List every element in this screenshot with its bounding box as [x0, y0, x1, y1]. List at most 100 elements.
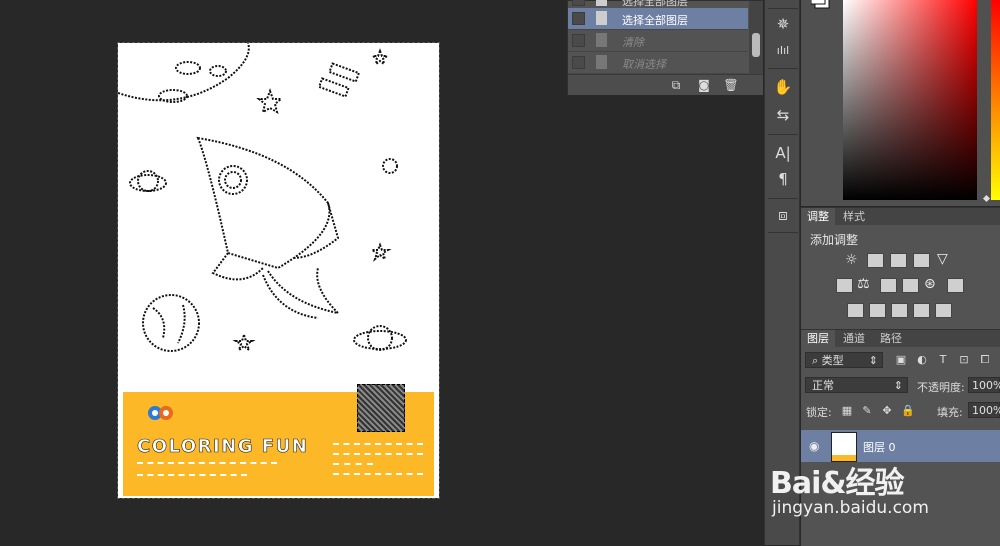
history-checkbox[interactable]	[572, 12, 585, 25]
rocket-body	[196, 136, 331, 270]
planet-cloud	[175, 61, 201, 75]
blend-mode-value: 正常	[812, 379, 834, 392]
curves-icon[interactable]	[890, 253, 907, 268]
photo-filter-icon[interactable]	[902, 278, 919, 293]
hand-puppet-icon[interactable]: ✋	[771, 76, 795, 98]
document-canvas[interactable]: COLORING FUN	[117, 42, 440, 499]
history-state-icon	[596, 55, 607, 69]
rocket-flame	[267, 267, 342, 315]
camera-icon[interactable]: ◙	[696, 78, 712, 92]
gradient-map-icon[interactable]	[935, 303, 952, 318]
earth-globe	[142, 294, 200, 352]
filter-pixel-icon[interactable]: ▣	[895, 354, 907, 366]
text-size-icon[interactable]: ıIıl	[771, 40, 795, 62]
history-panel: 选择全部图层 选择全部图层 清除 取消选择 ⧉ ◙ 🗑	[567, 0, 763, 95]
history-checkbox[interactable]	[572, 34, 585, 47]
panda-logo-icon	[148, 406, 173, 420]
baidu-watermark: Bai&经验 jingyan.baidu.com	[768, 458, 1000, 538]
tab-layers[interactable]: 图层	[801, 330, 835, 347]
black-white-icon[interactable]	[880, 278, 897, 293]
filter-adjustment-icon[interactable]: ◐	[916, 354, 928, 366]
levels-icon[interactable]	[867, 253, 884, 268]
history-item[interactable]: 清除	[568, 30, 748, 52]
history-item-label: 清除	[622, 36, 644, 49]
filter-shape-icon[interactable]: ⊡	[958, 354, 970, 366]
poster-subtitle-line	[137, 462, 277, 470]
tab-adjustments[interactable]: 调整	[801, 208, 835, 225]
paragraph-panel-icon[interactable]: ¶	[771, 168, 795, 190]
qr-code-icon	[357, 384, 405, 432]
history-checkbox[interactable]	[572, 0, 585, 6]
foreground-background-swatch[interactable]	[811, 0, 833, 16]
opacity-input[interactable]: 100%	[968, 377, 1000, 393]
poster-footer-band: COLORING FUN	[123, 384, 434, 496]
history-item-label: 取消选择	[622, 58, 666, 71]
search-icon: ⌕	[812, 354, 819, 367]
saturn-ring	[129, 174, 167, 192]
filter-type-icon[interactable]: T	[937, 354, 949, 366]
history-item-label: 选择全部图层	[622, 14, 688, 27]
chevron-updown-icon: ⇕	[868, 354, 878, 367]
small-planet	[382, 158, 398, 174]
planet-cloud	[158, 89, 188, 103]
watermark-url: jingyan.baidu.com	[772, 498, 929, 518]
earth-continents	[152, 304, 186, 344]
star	[256, 88, 284, 115]
tab-paths[interactable]: 路径	[874, 330, 908, 347]
scrollbar-thumb[interactable]	[752, 33, 760, 57]
tab-styles[interactable]: 样式	[837, 208, 871, 225]
blend-mode-select[interactable]: 正常 ⇕	[805, 377, 908, 393]
trash-icon[interactable]: 🗑	[723, 78, 739, 92]
selective-color-icon[interactable]	[913, 303, 930, 318]
exposure-icon[interactable]	[913, 253, 930, 268]
layer-filter-select[interactable]: ⌕ 类型 ⇕	[805, 352, 883, 368]
layer-name[interactable]: 图层 0	[863, 439, 896, 455]
saturn-ring	[353, 330, 407, 350]
chevron-updown-icon: ⇕	[893, 379, 903, 392]
filter-smart-object-icon[interactable]: ⧠	[979, 354, 991, 366]
history-item-selected[interactable]: 选择全部图层	[568, 8, 748, 30]
invert-icon[interactable]	[847, 303, 864, 318]
opacity-label: 不透明度:	[917, 381, 965, 394]
color-balance-icon[interactable]: ⚖	[857, 276, 870, 292]
add-adjustment-title: 添加调整	[810, 233, 859, 247]
poster-contact-block	[333, 438, 423, 483]
rocket-flame	[262, 274, 319, 319]
color-field[interactable]	[843, 0, 977, 200]
hue-slider[interactable]	[991, 0, 1000, 200]
adjustments-panel: 调整 样式 添加调整 ☼ ▽ ⚖ ⊛	[801, 207, 1000, 329]
star	[370, 48, 390, 67]
tab-channels[interactable]: 通道	[837, 330, 871, 347]
fill-input[interactable]: 100%	[968, 402, 1000, 418]
posterize-icon[interactable]	[869, 303, 886, 318]
rocket-window	[218, 165, 248, 195]
history-item[interactable]: 取消选择	[568, 52, 748, 74]
color-lookup-icon[interactable]	[947, 278, 964, 293]
poster-title: COLORING FUN	[137, 436, 309, 458]
history-scrollbar[interactable]	[749, 1, 763, 75]
rocket-window-inner	[224, 171, 242, 189]
sliders-icon[interactable]: ⇆	[771, 104, 795, 126]
hue-marker-icon[interactable]	[982, 194, 991, 203]
history-checkbox[interactable]	[572, 56, 585, 69]
lock-all-icon[interactable]: 🔒	[901, 405, 915, 417]
hue-saturation-icon[interactable]	[836, 278, 853, 293]
brightness-icon[interactable]: ☼	[845, 252, 858, 268]
lock-transparent-icon[interactable]: ▦	[841, 405, 853, 417]
crystal-icon[interactable]: ✵	[771, 13, 795, 35]
threshold-icon[interactable]	[891, 303, 908, 318]
eye-visibility-icon[interactable]: ◉	[809, 439, 819, 453]
planet-outline	[117, 42, 250, 102]
history-toolbar: ⧉ ◙ 🗑	[568, 74, 763, 95]
color-panel	[801, 0, 1000, 206]
layer-comp-icon[interactable]: ⧈	[771, 204, 795, 226]
lock-position-icon[interactable]: ✥	[881, 405, 893, 417]
vibrance-icon[interactable]: ▽	[937, 251, 948, 267]
poster-subtitle-line	[137, 474, 247, 480]
history-state-icon	[596, 0, 607, 6]
lock-brush-icon[interactable]: ✎	[861, 405, 873, 417]
watermark-logo-text: Bai&经验	[770, 466, 905, 501]
channel-mixer-icon[interactable]: ⊛	[924, 276, 936, 292]
character-panel-icon[interactable]: A|	[771, 142, 795, 164]
new-document-icon[interactable]: ⧉	[668, 78, 684, 92]
